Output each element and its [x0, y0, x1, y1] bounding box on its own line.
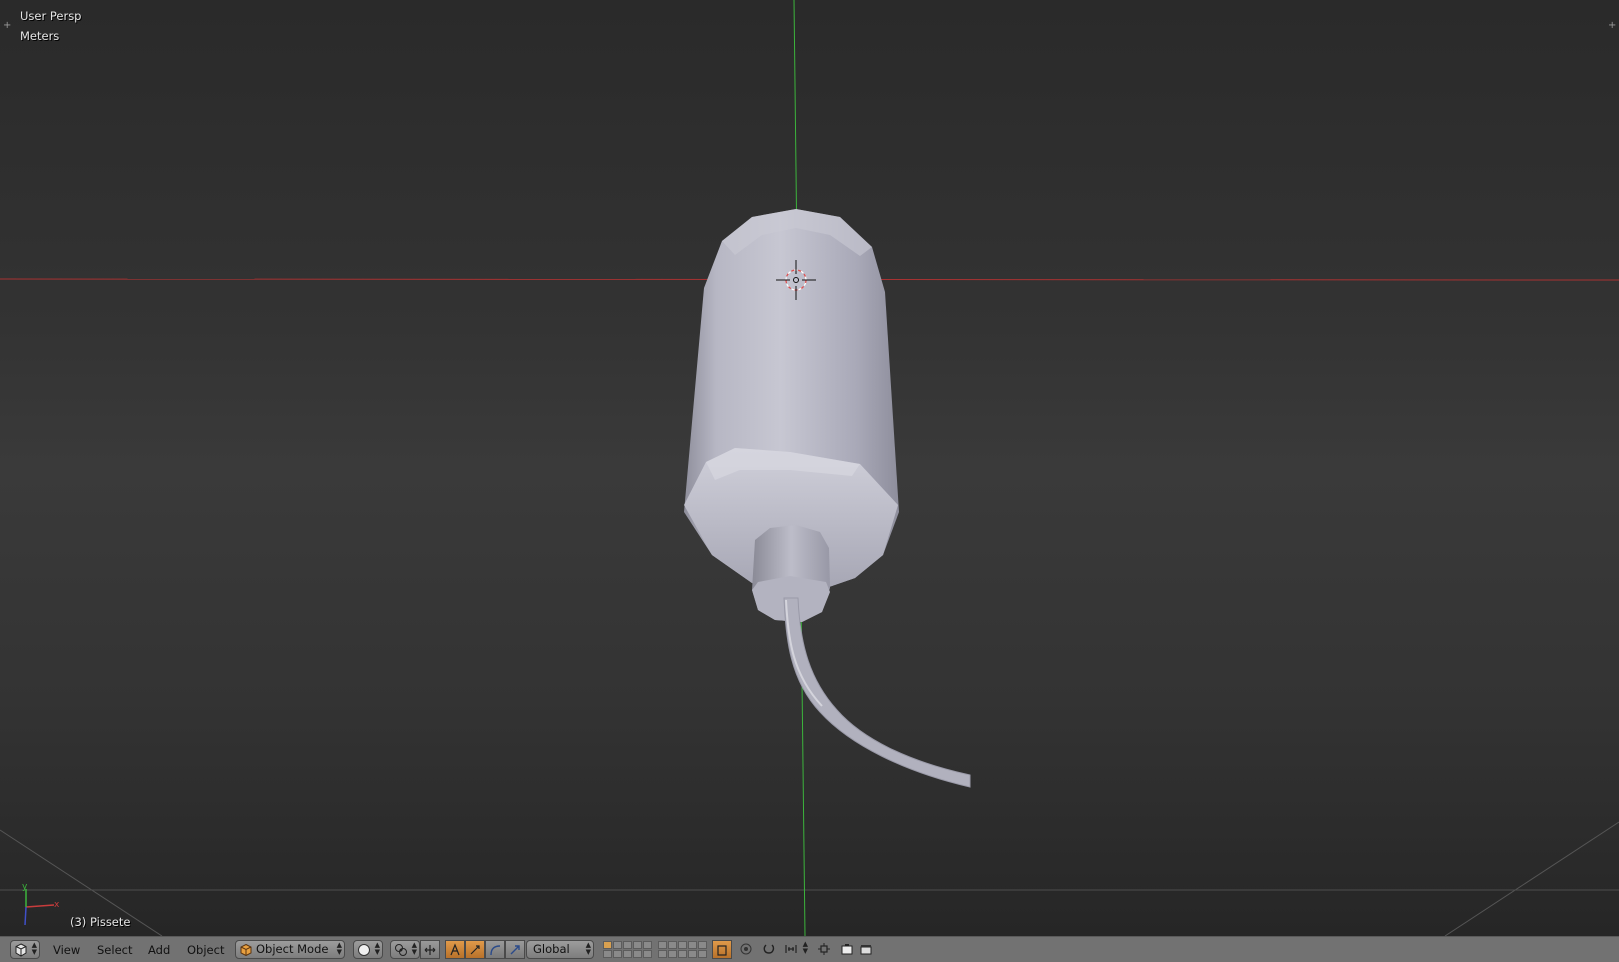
translate-arrow-icon: [450, 943, 460, 956]
axis-y-label: y: [22, 882, 28, 892]
axis-x-label: x: [54, 900, 60, 910]
transform-orientation-dropdown[interactable]: Global ▲ ▼: [526, 940, 594, 959]
axis-widget: x y: [22, 882, 60, 926]
proportional-editing-button[interactable]: [737, 940, 757, 959]
snap-target-icon: [818, 943, 830, 955]
layer-lock-icon: [717, 945, 727, 956]
region-split-icon[interactable]: +: [3, 20, 11, 31]
3d-view-icon: [15, 943, 27, 957]
units-label: Meters: [20, 29, 60, 43]
rotate-arrow-icon: [470, 945, 480, 955]
mode-dropdown[interactable]: Object Mode ▲ ▼: [235, 940, 345, 959]
object-menu[interactable]: Object: [187, 942, 224, 958]
arc-icon: [490, 945, 501, 956]
manipulator-toggle[interactable]: [420, 940, 440, 959]
pivot-point-icon: [395, 944, 407, 956]
pivot-point-dropdown[interactable]: ▲ ▼: [390, 940, 420, 959]
manipulator-icon: [424, 945, 436, 955]
snap-target-button[interactable]: [815, 940, 835, 959]
layers-group-2[interactable]: [658, 941, 707, 958]
view-perspective-label: User Persp: [20, 9, 82, 23]
proportional-editing-icon: [740, 943, 752, 955]
transform-orientation-label: Global: [533, 942, 570, 956]
snap-element-dropdown[interactable]: ▲ ▼: [782, 940, 810, 959]
translate-manipulator-button[interactable]: [445, 940, 465, 959]
bottle-object[interactable]: [684, 209, 971, 788]
scale-arrow-icon: [510, 945, 520, 955]
snap-increment-icon: [785, 945, 797, 953]
viewport-scene[interactable]: x y: [0, 0, 1619, 936]
scale-arrow-button[interactable]: [505, 940, 525, 959]
3d-viewport[interactable]: x y User Persp Meters (3) Pissete + +: [0, 0, 1619, 936]
layers-group-1[interactable]: [603, 941, 652, 958]
select-menu[interactable]: Select: [97, 942, 132, 958]
object-cube-icon: [240, 944, 252, 956]
region-split-icon[interactable]: +: [1608, 20, 1616, 31]
solid-sphere-icon: [358, 944, 370, 956]
editor-type-button[interactable]: ▲ ▼: [10, 940, 40, 959]
camera-icon: [841, 944, 853, 955]
scale-manipulator-button[interactable]: [485, 940, 505, 959]
render-opengl-button[interactable]: [838, 940, 858, 959]
rotate-manipulator-button[interactable]: [465, 940, 485, 959]
grid-line: [1444, 821, 1619, 936]
snap-toggle-button[interactable]: [760, 940, 780, 959]
render-animation-button[interactable]: [857, 940, 877, 959]
view-menu[interactable]: View: [53, 942, 80, 958]
add-menu[interactable]: Add: [148, 942, 170, 958]
mode-label: Object Mode: [256, 942, 329, 956]
magnet-icon: [763, 944, 775, 954]
clapperboard-icon: [860, 945, 872, 955]
lock-camera-button[interactable]: [712, 940, 732, 959]
3d-view-header: ▲ ▼ View Select Add Object Object Mode ▲ ▼…: [0, 936, 1619, 962]
active-object-label: (3) Pissete: [70, 915, 131, 929]
viewport-shading-dropdown[interactable]: ▲ ▼: [353, 940, 383, 959]
